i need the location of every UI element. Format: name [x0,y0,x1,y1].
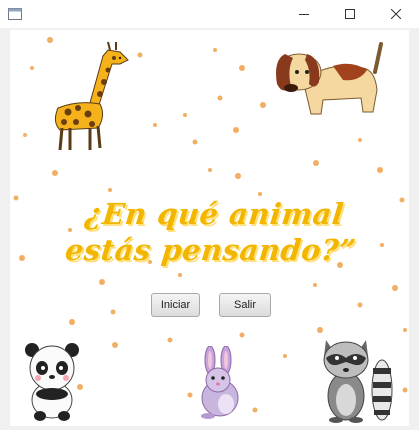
minimize-button[interactable] [281,0,327,28]
giraffe-illustration [54,41,129,151]
window-app-icon [8,7,22,20]
main-canvas: ¿En qué animal estás pensando?” Iniciar … [10,30,409,426]
minimize-icon [299,14,309,15]
heading-line-1: ¿En qué animal [83,197,346,231]
exit-button[interactable]: Salir [219,293,271,317]
panda-illustration [25,343,79,421]
maximize-button[interactable] [327,0,373,28]
rabbit-illustration [201,346,239,419]
heading-line-2: estás pensando?” [63,233,358,267]
dog-illustration [276,42,383,115]
title-bar [0,0,419,28]
close-icon [391,9,401,19]
maximize-icon [345,9,355,19]
start-button[interactable]: Iniciar [151,293,200,317]
question-heading: ¿En qué animal estás pensando?” [36,196,389,268]
raccoon-illustration [323,340,393,423]
close-button[interactable] [373,0,419,28]
